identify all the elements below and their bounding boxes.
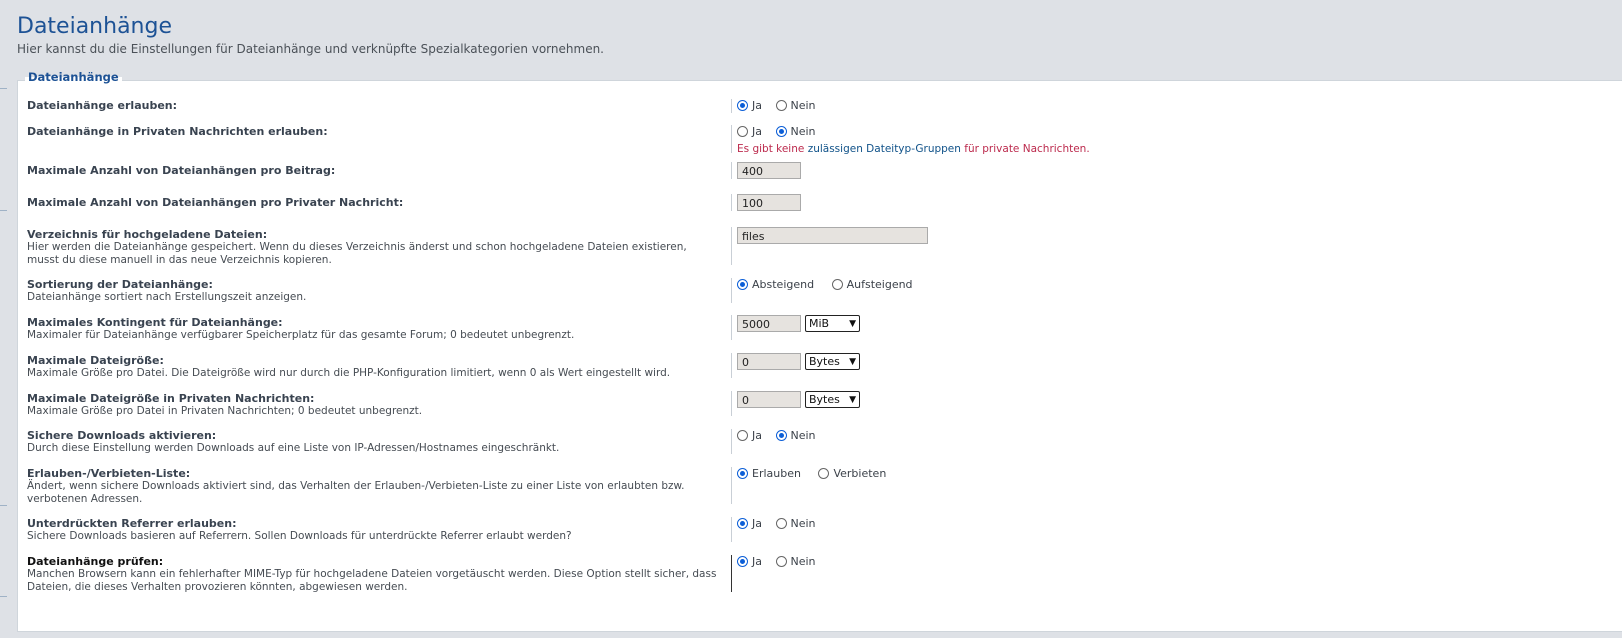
radio-nein[interactable]: Nein [775, 555, 816, 568]
setting-secure-downloads: Sichere Downloads aktivieren: Durch dies… [27, 429, 1622, 455]
radio-absteigend[interactable]: Absteigend [737, 278, 814, 291]
chevron-down-icon: ▼ [849, 318, 856, 329]
setting-control: files [731, 227, 928, 265]
setting-control: 0 Bytes ▼ [731, 391, 860, 416]
radio-ja[interactable]: Ja [737, 555, 762, 568]
setting-description: Maximale Größe pro Datei in Privaten Nac… [27, 405, 423, 417]
upload-dir-input[interactable]: files [737, 227, 928, 244]
setting-description: Hier werden die Dateianhänge gespeichert… [27, 241, 687, 266]
radio-nein[interactable]: Nein [775, 99, 816, 112]
radio-erlauben[interactable]: Erlauben [737, 467, 801, 480]
radio-ja[interactable]: Ja [737, 517, 762, 530]
quota-unit-select[interactable]: MiB ▼ [805, 315, 860, 332]
radio-unchecked-icon [737, 430, 748, 441]
max-filesize-input[interactable]: 0 [737, 353, 801, 370]
radio-unchecked-icon [818, 468, 830, 479]
setting-upload-dir: Verzeichnis für hochgeladene Dateien: Hi… [27, 227, 1622, 266]
quota-input[interactable]: 5000 [737, 315, 801, 332]
max-attachments-pm-input[interactable]: 100 [737, 194, 801, 211]
chevron-down-icon: ▼ [849, 394, 856, 405]
chevron-down-icon: ▼ [849, 356, 856, 367]
radio-checked-icon [737, 100, 748, 111]
radio-ja[interactable]: Ja [737, 429, 762, 442]
radio-nein[interactable]: Nein [775, 517, 816, 530]
setting-description: Ändert, wenn sichere Downloads aktiviert… [27, 480, 685, 505]
setting-sort-order: Sortierung der Dateianhänge: Dateianhäng… [27, 278, 1622, 304]
radio-aufsteigend[interactable]: Aufsteigend [831, 278, 913, 291]
setting-allow-attachments: Dateianhänge erlauben: Ja Nein [27, 99, 1622, 113]
setting-control: Ja Nein [731, 517, 826, 542]
radio-checked-icon [737, 279, 748, 290]
setting-control: Absteigend Aufsteigend [731, 278, 923, 303]
setting-description: Durch diese Einstellung werden Downloads… [27, 442, 560, 454]
setting-control: Ja Nein [731, 429, 826, 454]
setting-control: 100 [731, 194, 801, 211]
radio-unchecked-icon [775, 518, 787, 529]
filesize-pm-unit-select[interactable]: Bytes ▼ [805, 391, 860, 408]
left-edge [0, 0, 7, 638]
radio-checked-icon [775, 126, 787, 137]
radio-checked-icon [737, 556, 748, 567]
radio-checked-icon [737, 518, 748, 529]
setting-description: Maximaler für Dateianhänge verfügbarer S… [27, 329, 575, 341]
radio-unchecked-icon [831, 279, 843, 290]
setting-allow-deny-list: Erlauben-/Verbieten-Liste: Ändert, wenn … [27, 467, 1622, 505]
page-description: Hier kannst du die Einstellungen für Dat… [17, 42, 604, 56]
radio-unchecked-icon [775, 556, 787, 567]
setting-check-attachments: Dateianhänge prüfen: Manchen Browsern ka… [27, 555, 1622, 593]
filesize-unit-select[interactable]: Bytes ▼ [805, 353, 860, 370]
setting-suppressed-referrer: Unterdrückten Referrer erlauben: Sichere… [27, 517, 1622, 543]
max-attachments-post-input[interactable]: 400 [737, 162, 801, 179]
radio-verbieten[interactable]: Verbieten [818, 467, 886, 480]
radio-ja[interactable]: Ja [737, 125, 762, 138]
radio-checked-icon [775, 430, 787, 441]
setting-label: Maximale Anzahl von Dateianhängen pro Be… [27, 164, 336, 177]
pm-warning: Es gibt keine zulässigen Dateityp-Gruppe… [737, 143, 1090, 155]
setting-control: Ja Nein [731, 99, 826, 113]
page-title: Dateianhänge [17, 14, 172, 39]
radio-checked-icon [737, 468, 748, 479]
setting-description: Dateianhänge sortiert nach Erstellungsze… [27, 291, 307, 303]
setting-control: Erlauben Verbieten [731, 467, 896, 504]
setting-control: 400 [731, 162, 801, 179]
setting-control: 5000 MiB ▼ [731, 315, 860, 340]
fieldset-legend: Dateianhänge [25, 70, 122, 84]
setting-attachment-quota: Maximales Kontingent für Dateianhänge: M… [27, 315, 1622, 342]
setting-control: Ja Nein [731, 555, 826, 592]
setting-max-filesize: Maximale Dateigröße: Maximale Größe pro … [27, 353, 1622, 380]
setting-control: Ja Nein Es gibt keine zulässigen Dateity… [731, 125, 1090, 155]
filetype-groups-link[interactable]: zulässigen Dateityp-Gruppen [808, 143, 961, 155]
setting-max-attachments-post: Maximale Anzahl von Dateianhängen pro Be… [27, 162, 1622, 179]
setting-control: 0 Bytes ▼ [731, 353, 860, 378]
radio-unchecked-icon [775, 100, 787, 111]
radio-unchecked-icon [737, 126, 748, 137]
setting-label: Maximale Anzahl von Dateianhängen pro Pr… [27, 196, 404, 209]
radio-nein[interactable]: Nein [775, 429, 816, 442]
setting-description: Maximale Größe pro Datei. Die Dateigröße… [27, 367, 671, 379]
setting-max-filesize-pm: Maximale Dateigröße in Privaten Nachrich… [27, 391, 1622, 418]
max-filesize-pm-input[interactable]: 0 [737, 391, 801, 408]
radio-nein[interactable]: Nein [775, 125, 816, 138]
setting-max-attachments-pm: Maximale Anzahl von Dateianhängen pro Pr… [27, 194, 1622, 211]
setting-description: Sichere Downloads basieren auf Referrern… [27, 530, 572, 542]
radio-ja[interactable]: Ja [737, 99, 762, 112]
setting-description: Manchen Browsern kann ein fehlerhafter M… [27, 568, 717, 593]
setting-allow-pm-attachments: Dateianhänge in Privaten Nachrichten erl… [27, 125, 1622, 155]
